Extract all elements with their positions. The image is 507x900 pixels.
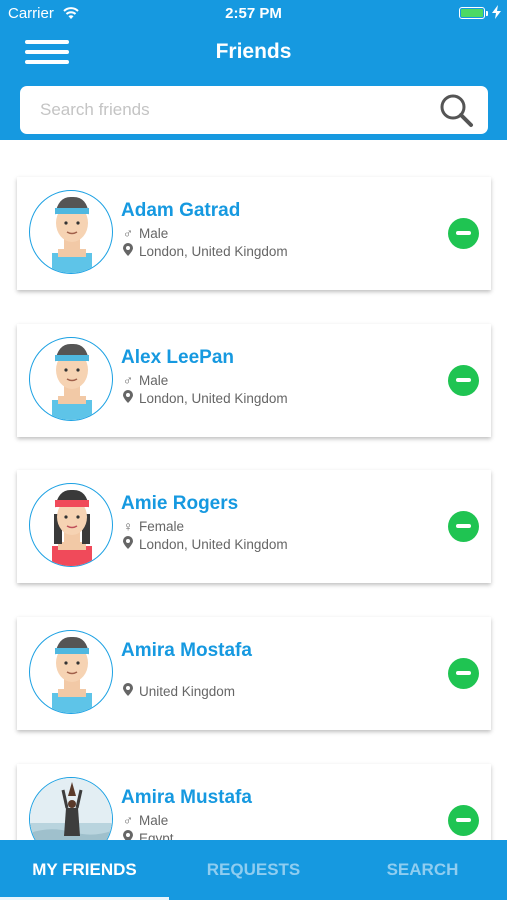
bottom-tab-bar: MY FRIENDS REQUESTS SEARCH	[0, 840, 507, 900]
friend-name: Alex LeePan	[121, 347, 234, 368]
male-icon: ♂	[122, 813, 134, 828]
friend-card[interactable]: Amira Mustafa ♂ Male Egypt	[17, 764, 491, 840]
location-row: London, United Kingdom	[121, 390, 288, 406]
avatar	[29, 777, 113, 840]
friend-card[interactable]: Amira Mostafa United Kingdom	[17, 617, 491, 730]
friend-card[interactable]: Alex LeePan ♂ Male London, United Kingdom	[17, 324, 491, 437]
friend-gender: Male	[139, 226, 169, 241]
status-time: 2:57 PM	[225, 5, 282, 22]
search-bar	[20, 86, 488, 134]
search-input[interactable]	[40, 94, 430, 126]
location-pin-icon	[121, 536, 135, 552]
tab-search[interactable]: SEARCH	[338, 840, 507, 900]
location-pin-icon	[121, 243, 135, 259]
friend-card[interactable]: Amie Rogers ♀ Female London, United Kingd…	[17, 470, 491, 583]
friend-location: London, United Kingdom	[139, 537, 288, 552]
location-pin-icon	[121, 390, 135, 406]
friend-gender: Male	[139, 373, 169, 388]
location-row: United Kingdom	[121, 683, 235, 699]
location-row: London, United Kingdom	[121, 243, 288, 259]
remove-friend-button[interactable]	[448, 218, 479, 249]
friend-name: Amira Mostafa	[121, 640, 252, 661]
friend-name: Adam Gatrad	[121, 200, 241, 221]
battery-nub	[486, 11, 488, 16]
remove-friend-button[interactable]	[448, 658, 479, 689]
location-pin-icon	[121, 830, 135, 840]
location-pin-icon	[121, 683, 135, 699]
friend-location: London, United Kingdom	[139, 391, 288, 406]
friends-list: Adam Gatrad ♂ Male London, United Kingdom	[0, 140, 507, 840]
friend-gender: Female	[139, 519, 185, 534]
friend-location: United Kingdom	[139, 684, 236, 699]
location-row: Egypt	[121, 830, 174, 840]
avatar	[29, 483, 113, 567]
avatar	[29, 337, 113, 421]
gender-row: ♂ Male	[121, 813, 168, 828]
remove-friend-button[interactable]	[448, 365, 479, 396]
search-icon[interactable]	[438, 92, 476, 135]
page-title: Friends	[215, 40, 292, 63]
friend-location: London, United Kingdom	[139, 244, 288, 259]
friend-location: Egypt	[139, 831, 174, 840]
male-icon: ♂	[122, 373, 134, 388]
friend-gender: Male	[139, 813, 169, 828]
friend-name: Amie Rogers	[121, 493, 239, 514]
tab-requests[interactable]: REQUESTS	[169, 840, 338, 900]
friend-name: Amira Mustafa	[121, 787, 252, 808]
gender-row: ♂ Male	[121, 226, 168, 241]
battery-icon	[459, 7, 485, 19]
gender-row: ♂ Male	[121, 373, 168, 388]
avatar	[29, 630, 113, 714]
male-icon: ♂	[122, 226, 134, 241]
charging-icon	[492, 5, 501, 23]
remove-friend-button[interactable]	[448, 805, 479, 836]
tab-my-friends[interactable]: MY FRIENDS	[0, 840, 169, 900]
remove-friend-button[interactable]	[448, 511, 479, 542]
friend-card[interactable]: Adam Gatrad ♂ Male London, United Kingdom	[17, 177, 491, 290]
avatar	[29, 190, 113, 274]
gender-row: ♀ Female	[121, 519, 184, 534]
location-row: London, United Kingdom	[121, 536, 288, 552]
female-icon: ♀	[122, 519, 134, 534]
app-header: Carrier 2:57 PM Friends	[0, 0, 507, 140]
status-bar: Carrier 2:57 PM	[0, 0, 507, 28]
